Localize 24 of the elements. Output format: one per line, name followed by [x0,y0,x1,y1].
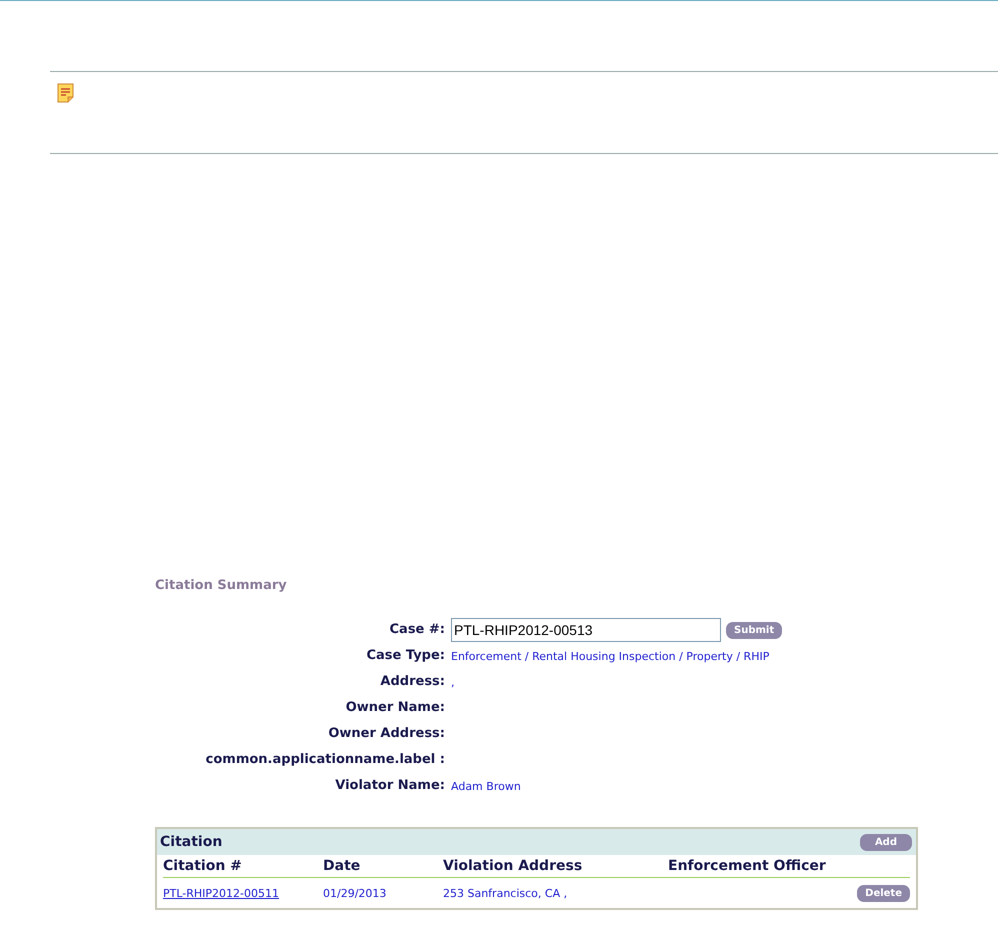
table-cell-text: 01/29/2013 [323,886,388,900]
field-label: Case Type: [365,647,445,665]
field-label: Case #: [388,621,445,639]
delete-button[interactable]: Delete [857,884,910,902]
field-value: Adam Brown [451,780,521,792]
citation-link[interactable]: PTL-RHIP2012-00511 [163,886,323,900]
section-title: Citation Summary [155,578,288,593]
add-button[interactable]: Add [860,834,912,850]
submit-button[interactable]: Submit [726,622,782,638]
field-value: Enforcement / Rental Housing Inspection / Property / RHIP [451,650,770,662]
note-icon [57,83,75,103]
field-label: Violator Name: [334,777,445,795]
column-header: Citation # [163,858,243,874]
field-label: Owner Address: [327,725,445,743]
case-number-field[interactable]: PTL-RHIP2012-00513 [451,618,721,642]
field-value: , [451,676,454,688]
column-header: Date [323,858,362,874]
field-label: Address: [379,673,445,691]
field-label: Owner Name: [344,699,445,717]
panel-title: Citation [160,834,222,850]
column-header: Enforcement Officer [668,858,827,874]
column-header: Violation Address [443,858,584,874]
table-cell-text: 253 Sanfrancisco, CA , [443,886,568,900]
field-label: common.applicationname.label : [204,751,445,769]
